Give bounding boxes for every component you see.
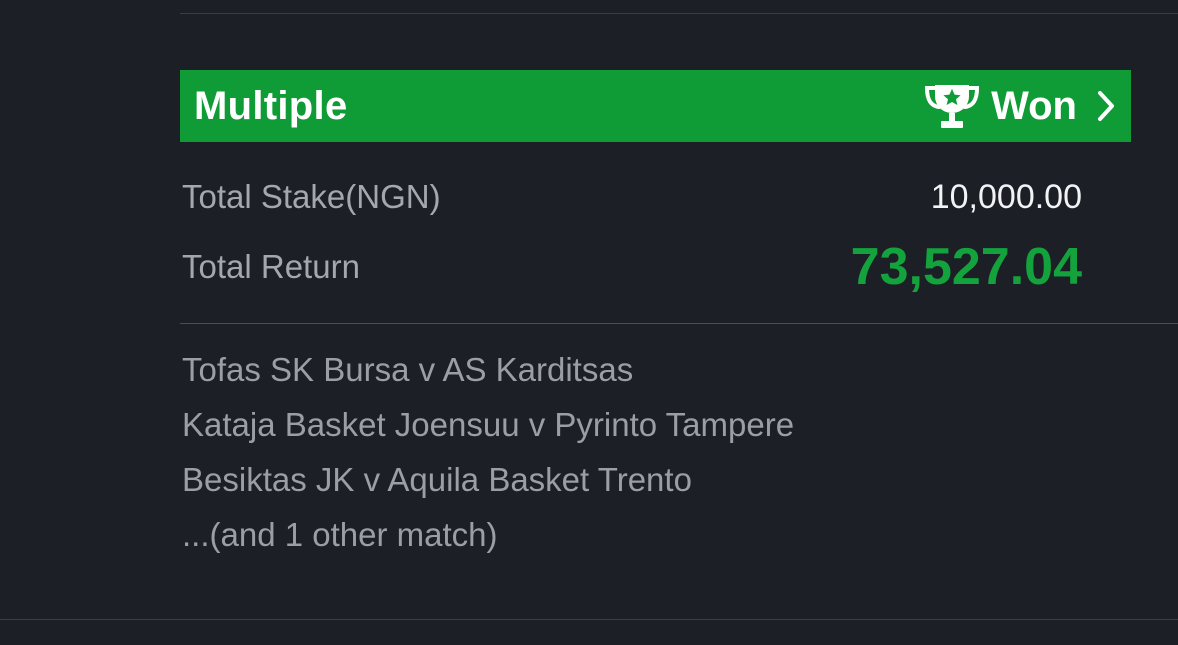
section-divider (180, 323, 1178, 324)
chevron-right-icon[interactable] (1095, 89, 1117, 123)
bet-status-header[interactable]: Multiple Won (180, 70, 1131, 142)
total-stake-label: Total Stake(NGN) (182, 178, 441, 215)
total-stake-row: Total Stake(NGN) 10,000.00 (182, 174, 1082, 220)
trophy-icon (925, 85, 980, 128)
total-return-row: Total Return 73,527.04 (182, 238, 1082, 296)
match-item: Besiktas JK v Aquila Basket Trento (182, 461, 692, 498)
match-list: Tofas SK Bursa v AS Karditsas Kataja Bas… (182, 346, 794, 566)
total-return-value: 73,527.04 (850, 238, 1082, 296)
bet-history-screen: Multiple Won Total Stake(NGN) 10,000.00 (0, 0, 1178, 645)
bet-status: Won (923, 82, 1117, 130)
bottom-divider (0, 619, 1178, 620)
total-return-label: Total Return (182, 248, 360, 285)
match-item: Kataja Basket Joensuu v Pyrinto Tampere (182, 406, 795, 443)
total-stake-value: 10,000.00 (930, 177, 1082, 216)
match-item: Tofas SK Bursa v AS Karditsas (182, 351, 634, 388)
match-more-item: ...(and 1 other match) (182, 516, 498, 553)
top-divider (180, 13, 1178, 14)
bet-type-label: Multiple (194, 83, 348, 128)
bet-status-label: Won (991, 83, 1077, 128)
